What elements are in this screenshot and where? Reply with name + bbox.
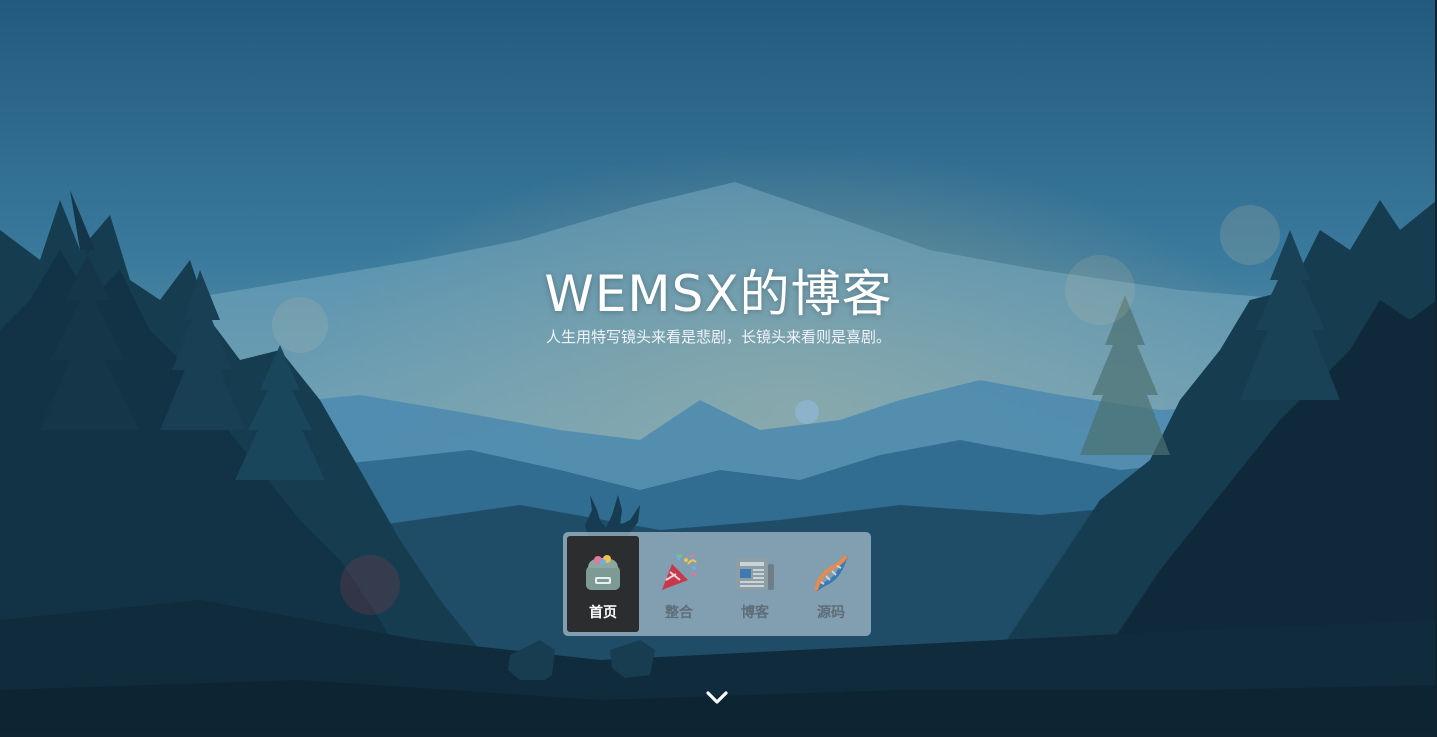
nav-label-source: 源码 [817, 605, 845, 621]
site-title: WEMSX的博客 [544, 265, 893, 323]
newspaper-icon [736, 558, 774, 590]
nav-item-source[interactable]: 源码 [795, 536, 867, 632]
nav-item-blog[interactable]: 博客 [719, 536, 791, 632]
nav-item-integration[interactable]: 整合 [643, 536, 715, 632]
nav-label-home: 首页 [589, 605, 617, 621]
main-nav: 首页 整合 博客 源码 [563, 532, 871, 636]
nav-label-blog: 博客 [741, 605, 769, 621]
home-icon [586, 555, 620, 590]
dna-icon [814, 554, 848, 592]
title-block: WEMSX的博客 人生用特写镜头来看是悲剧，长镜头来看则是喜剧。 [0, 262, 1437, 348]
nav-label-integration: 整合 [665, 605, 693, 621]
chevron-down-icon[interactable] [703, 686, 731, 710]
nav-item-home[interactable]: 首页 [567, 536, 639, 632]
hero-section: WEMSX的博客 人生用特写镜头来看是悲剧，长镜头来看则是喜剧。 首页 整合 博… [0, 0, 1437, 737]
site-subtitle: 人生用特写镜头来看是悲剧，长镜头来看则是喜剧。 [545, 328, 891, 346]
bottom-edge [0, 733, 1437, 737]
party-popper-icon [662, 553, 697, 590]
